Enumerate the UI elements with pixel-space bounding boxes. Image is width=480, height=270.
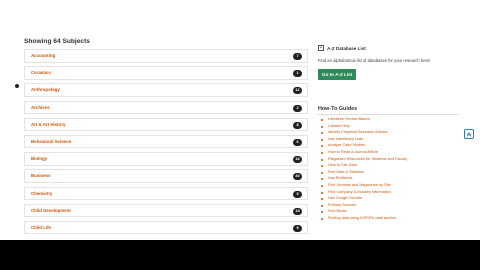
count-badge: 2: [293, 104, 302, 112]
count-badge: 8: [293, 121, 302, 129]
howto-item[interactable]: Find Books: [318, 209, 468, 216]
subject-link[interactable]: Child Development: [31, 208, 71, 213]
count-badge: 6: [293, 138, 302, 146]
bullet-icon: [321, 211, 323, 214]
count-badge: 12: [293, 87, 302, 95]
subject-link[interactable]: Art & Art History: [31, 122, 65, 127]
subject-row-child-life[interactable]: Child Life 5: [24, 220, 308, 235]
bullet-icon: [321, 171, 323, 174]
subject-link[interactable]: Chemistry: [31, 191, 52, 196]
bullet-icon: [321, 158, 323, 161]
az-box: + A-Z Database List Find an alphabetical…: [318, 45, 468, 81]
howto-item[interactable]: Use RefWorks: [318, 176, 468, 183]
count-badge: 18: [293, 156, 302, 164]
subject-row-anthropology[interactable]: Anthropology 12: [24, 83, 308, 97]
subject-row-biology[interactable]: Biology 18: [24, 152, 308, 166]
bullet-icon: [321, 132, 323, 135]
count-badge: 9: [293, 190, 302, 198]
bullet-icon: [321, 165, 323, 168]
howto-link[interactable]: Find Journals and Magazines by Title: [328, 183, 391, 187]
howto-link[interactable]: Find Company & Industry Information: [328, 190, 391, 194]
subject-link[interactable]: Ceramics: [31, 70, 51, 75]
howto-item[interactable]: Analyze Case Studies: [318, 143, 468, 150]
bullet-icon: [321, 204, 323, 207]
howto-link[interactable]: Finding data using ICPSR's data archive: [328, 216, 396, 220]
bullet-icon: [321, 125, 323, 128]
howto-item[interactable]: Primary Sources: [318, 203, 468, 210]
subject-link[interactable]: Accounting: [31, 53, 55, 58]
howto-link[interactable]: Find Data & Statistics: [328, 170, 364, 174]
howto-link[interactable]: Analyze Case Studies: [328, 143, 365, 147]
howto-link[interactable]: Citation Help: [328, 124, 350, 128]
subject-link[interactable]: Business: [31, 173, 51, 178]
bullet-icon: [321, 217, 323, 220]
plus-icon[interactable]: +: [318, 45, 324, 51]
subject-link[interactable]: Biology: [31, 156, 47, 161]
bullet-icon: [321, 184, 323, 187]
subject-link[interactable]: Archives: [31, 105, 50, 110]
howto-link[interactable]: Plagiarism Resources for Students and Fa…: [328, 157, 407, 161]
howto-link[interactable]: How to Cite Data: [328, 163, 357, 167]
subject-list: Accounting 7 Ceramics 1 Anthropology 12 …: [24, 49, 308, 235]
mouse-pointer-dot: [15, 84, 19, 88]
chevron-up-icon: [466, 132, 472, 137]
howto-item[interactable]: Finding data using ICPSR's data archive: [318, 216, 468, 223]
subject-row-archives[interactable]: Archives 2: [24, 100, 308, 115]
library-page: Showing 64 Subjects Accounting 7 Ceramic…: [0, 0, 480, 240]
howto-title: How-To Guides: [318, 106, 358, 112]
go-to-az-list-button[interactable]: Go to A-Z List: [318, 69, 357, 80]
subject-row-business[interactable]: Business 40: [24, 169, 308, 183]
howto-item[interactable]: Literature Review Basics: [318, 117, 468, 124]
howto-link[interactable]: Use RefWorks: [328, 176, 352, 180]
howto-item[interactable]: Find Data & Statistics: [318, 170, 468, 177]
howto-link[interactable]: Primary Sources: [328, 203, 356, 207]
az-description: Find an alphabetical list of databases f…: [318, 58, 431, 63]
bullet-icon: [321, 191, 323, 194]
count-badge: 7: [293, 53, 302, 60]
howto-item[interactable]: Use Google Scholar: [318, 196, 468, 203]
howto-item[interactable]: Identify Empirical Research Articles: [318, 130, 468, 137]
howto-item[interactable]: Find Company & Industry Information: [318, 190, 468, 197]
divider: [318, 114, 458, 115]
subject-row-chemistry[interactable]: Chemistry 9: [24, 186, 308, 200]
az-title: A-Z Database List: [327, 45, 366, 51]
bullet-icon: [321, 178, 323, 181]
howto-item[interactable]: Find Journals and Magazines by Title: [318, 183, 468, 190]
subject-row-art-history[interactable]: Art & Art History 8: [24, 117, 308, 132]
bullet-icon: [321, 119, 323, 121]
howto-list: Literature Review Basics Citation Help I…: [318, 117, 468, 223]
howto-item[interactable]: Use Interlibrary Loan: [318, 137, 468, 144]
howto-item[interactable]: How to Read a Journal Article: [318, 150, 468, 157]
bullet-icon: [321, 145, 323, 148]
subject-link[interactable]: Anthropology: [31, 87, 60, 92]
subject-row-child-development[interactable]: Child Development 18: [24, 203, 308, 218]
count-badge: 5: [293, 224, 302, 232]
back-to-top-button[interactable]: [464, 129, 474, 139]
howto-link[interactable]: Identify Empirical Research Articles: [328, 130, 388, 134]
count-badge: 18: [293, 207, 302, 215]
howto-item[interactable]: How to Cite Data: [318, 163, 468, 170]
howto-link[interactable]: Use Google Scholar: [328, 196, 362, 200]
subject-row-accounting[interactable]: Accounting 7: [24, 49, 308, 63]
howto-item[interactable]: Citation Help: [318, 124, 468, 131]
count-badge: 40: [293, 173, 302, 181]
subject-link[interactable]: Behavioral Science: [31, 139, 71, 144]
howto-link[interactable]: Find Books: [328, 209, 347, 213]
howto-link[interactable]: How to Read a Journal Article: [328, 150, 378, 154]
howto-link[interactable]: Use Interlibrary Loan: [328, 137, 363, 141]
subjects-panel: Showing 64 Subjects Accounting 7 Ceramic…: [24, 38, 308, 238]
howto-link[interactable]: Literature Review Basics: [328, 117, 370, 121]
subject-row-behavioral-science[interactable]: Behavioral Science 6: [24, 134, 308, 149]
bullet-icon: [321, 138, 323, 141]
video-frame: Showing 64 Subjects Accounting 7 Ceramic…: [0, 0, 480, 270]
subject-row-ceramics[interactable]: Ceramics 1: [24, 66, 308, 80]
az-title-row[interactable]: + A-Z Database List: [318, 45, 468, 51]
subject-link[interactable]: Child Life: [31, 225, 51, 230]
bullet-icon: [321, 198, 323, 201]
subjects-heading: Showing 64 Subjects: [24, 38, 90, 45]
bullet-icon: [321, 151, 323, 154]
howto-item[interactable]: Plagiarism Resources for Students and Fa…: [318, 157, 468, 164]
count-badge: 1: [293, 70, 302, 78]
